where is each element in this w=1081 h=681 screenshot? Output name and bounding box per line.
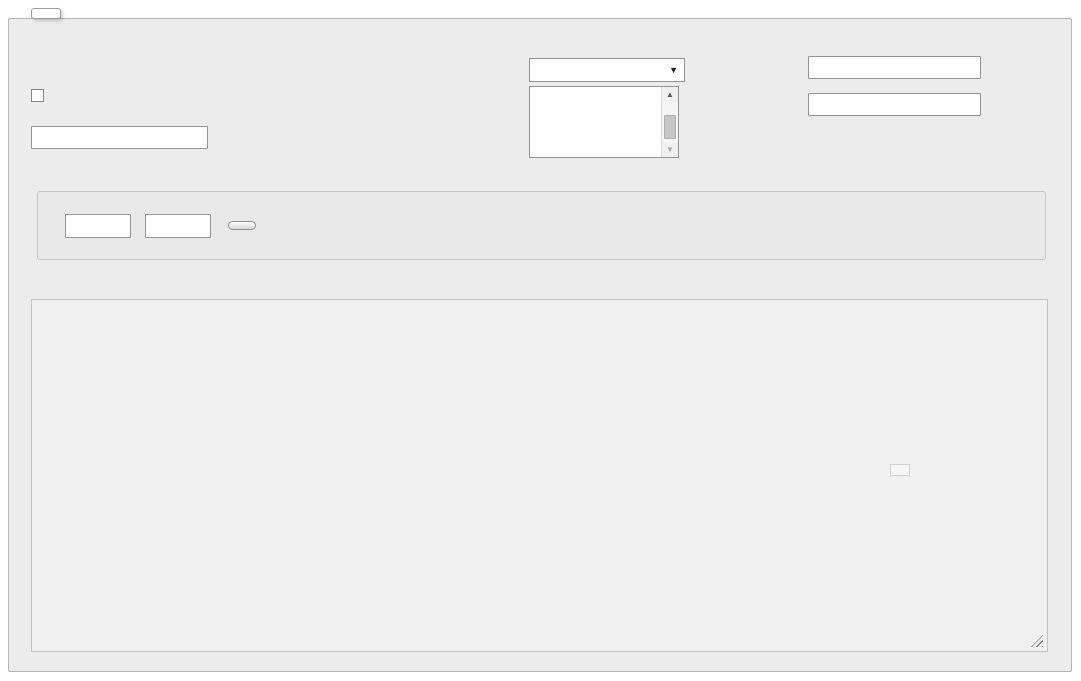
chart-title-input[interactable] <box>31 126 208 149</box>
chart-container <box>31 299 1048 652</box>
chart-plot-area <box>150 332 879 599</box>
start-row-input[interactable] <box>65 214 131 238</box>
chart-legend <box>890 464 910 476</box>
go-button[interactable] <box>228 221 256 230</box>
scrollbar-thumb[interactable] <box>664 115 676 139</box>
x-axis-select[interactable]: ▼ <box>529 58 685 82</box>
panel-legend <box>31 8 61 19</box>
x-axis-label-input[interactable] <box>808 56 981 79</box>
chevron-down-icon: ▼ <box>669 65 678 75</box>
stacked-checkbox-row <box>31 89 50 102</box>
scroll-up-icon[interactable]: ▲ <box>662 87 678 102</box>
num-rows-input[interactable] <box>145 214 211 238</box>
scroll-down-icon[interactable]: ▼ <box>662 142 678 157</box>
resize-handle-icon[interactable] <box>1031 635 1043 647</box>
stacked-checkbox[interactable] <box>31 89 44 102</box>
display-chart-panel: ▼ ▲ ▼ <box>8 18 1072 672</box>
y-axis-label-input[interactable] <box>808 93 981 116</box>
listbox-scrollbar[interactable]: ▲ ▼ <box>661 87 678 157</box>
series-listbox[interactable]: ▲ ▼ <box>529 86 679 158</box>
row-controls-panel <box>37 191 1046 260</box>
